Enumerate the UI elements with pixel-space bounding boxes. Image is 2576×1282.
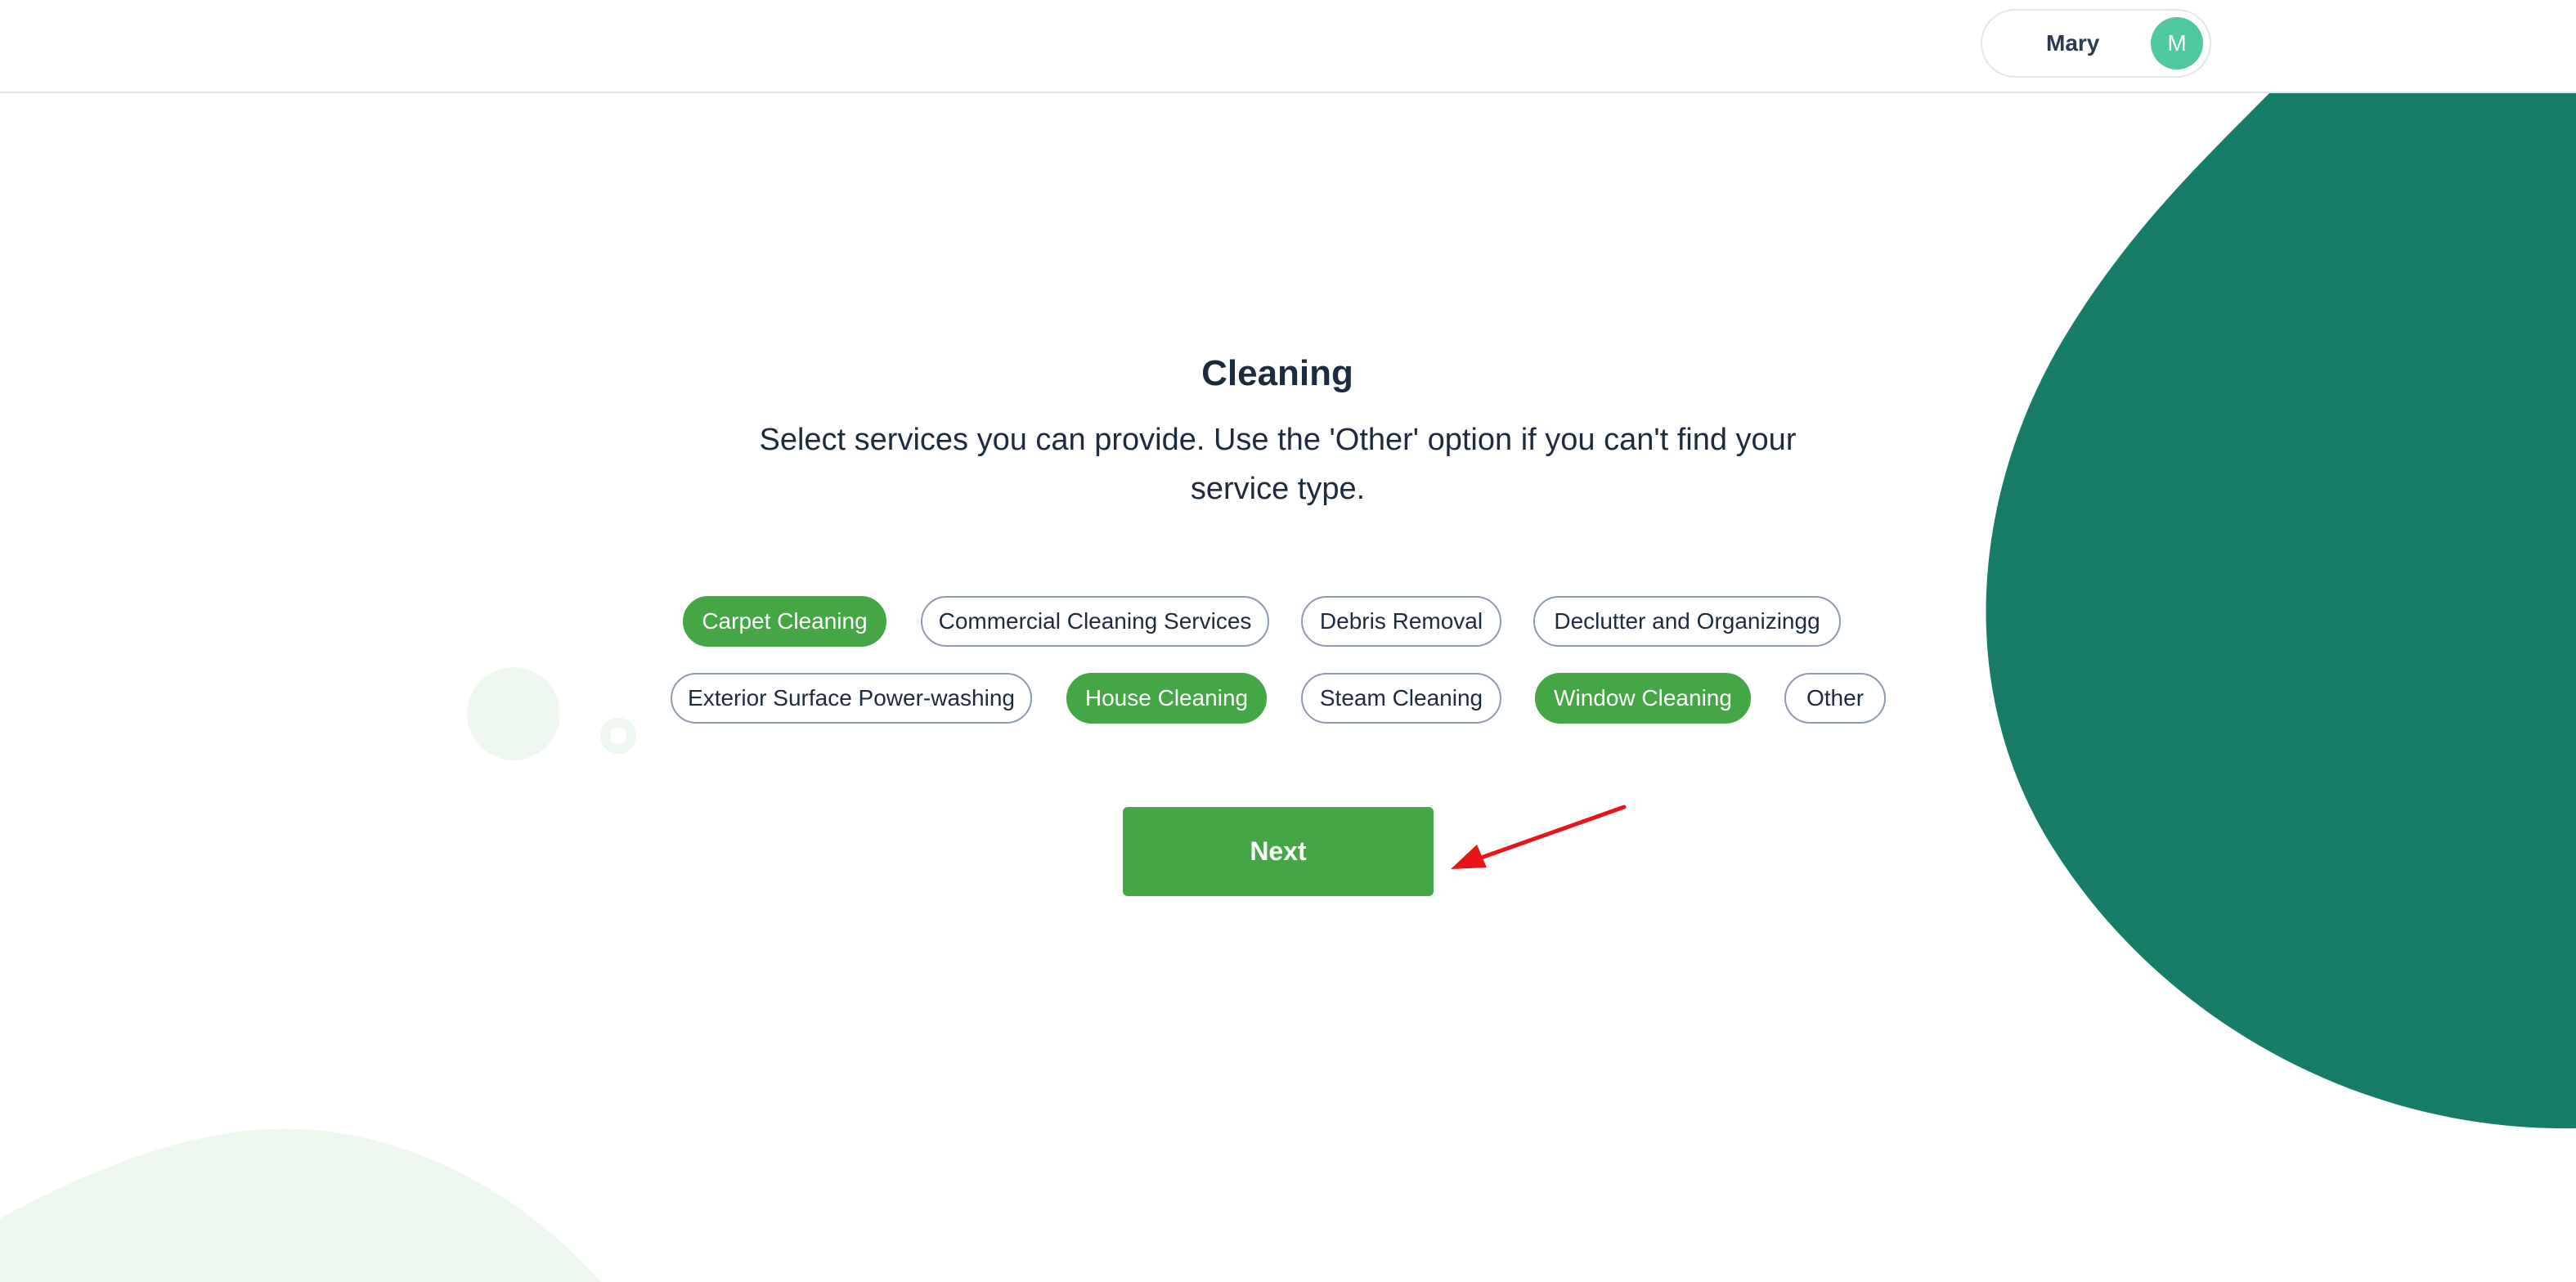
service-chip-window-cleaning[interactable]: Window Cleaning — [1535, 673, 1751, 724]
annotation-arrow-icon — [1451, 805, 1627, 869]
user-menu-button[interactable]: Mary M — [1981, 9, 2211, 78]
page-title: Cleaning — [1201, 353, 1353, 393]
user-avatar: M — [2151, 17, 2203, 69]
service-chip-declutter-organizing[interactable]: Declutter and Organizingg — [1533, 596, 1841, 647]
annotation-arrow-head — [1451, 845, 1487, 869]
service-chip-commercial-cleaning[interactable]: Commercial Cleaning Services — [921, 596, 1269, 647]
service-chip-other[interactable]: Other — [1784, 673, 1886, 724]
next-button[interactable]: Next — [1123, 807, 1434, 896]
service-chip-carpet-cleaning[interactable]: Carpet Cleaning — [683, 596, 886, 647]
page-subtitle: Select services you can provide. Use the… — [759, 423, 1797, 506]
service-chip-debris-removal[interactable]: Debris Removal — [1301, 596, 1501, 647]
service-chip-steam-cleaning[interactable]: Steam Cleaning — [1301, 673, 1501, 724]
service-chip-exterior-power-washing[interactable]: Exterior Surface Power-washing — [671, 673, 1032, 724]
user-name: Mary — [2046, 30, 2100, 56]
top-header: Mary M — [0, 0, 2576, 93]
main-content: Cleaning Select services you can provide… — [0, 0, 2576, 1282]
annotation-arrow-shaft — [1470, 805, 1627, 863]
service-chip-house-cleaning[interactable]: House Cleaning — [1066, 673, 1267, 724]
